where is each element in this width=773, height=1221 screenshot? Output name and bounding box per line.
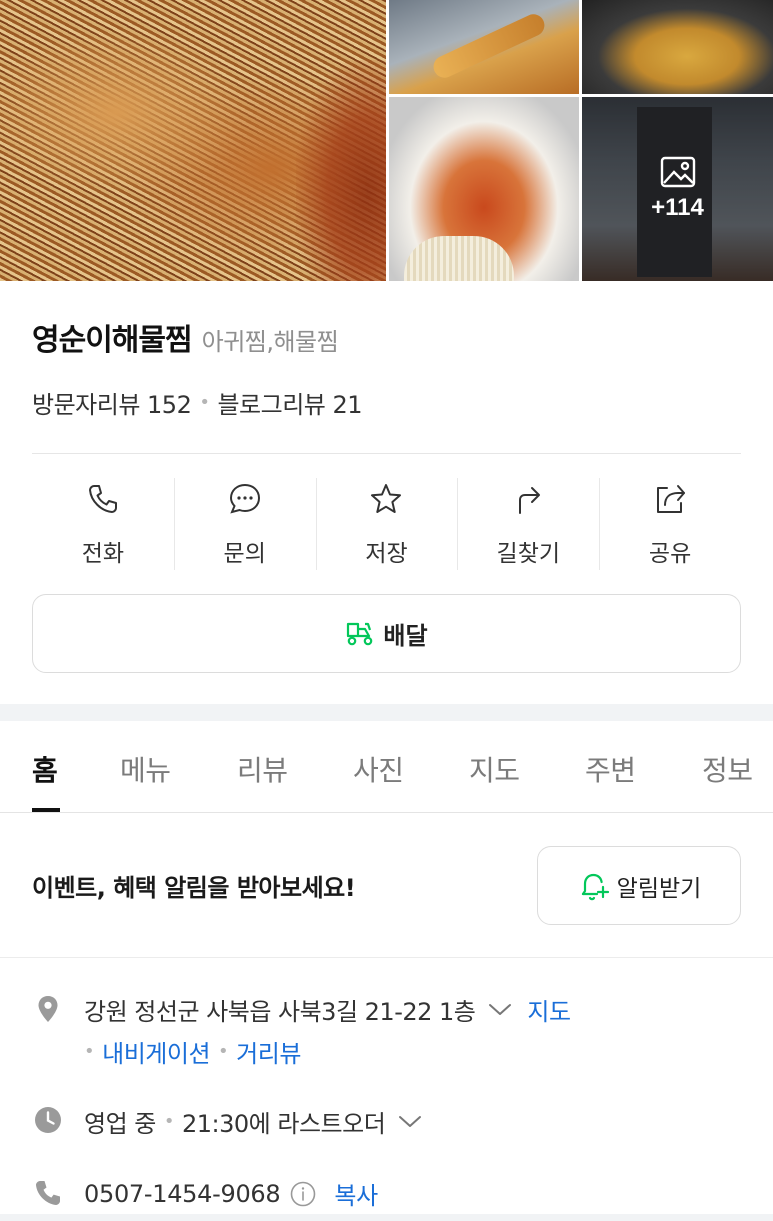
action-label: 문의 [223, 541, 266, 567]
last-order-text: 21:30에 라스트오더 [182, 1110, 386, 1138]
info-icon[interactable] [290, 1181, 316, 1207]
phone-number[interactable]: 0507-1454-9068 [84, 1180, 281, 1208]
alert-prompt: 이벤트, 혜택 알림을 받아보세요! [32, 874, 356, 902]
tab-menu[interactable]: 메뉴 [120, 749, 171, 789]
section-separator [0, 704, 773, 721]
place-category: 아귀찜,해물찜 [201, 328, 339, 356]
call-button[interactable]: 전화 [32, 478, 174, 570]
map-link[interactable]: 지도 [527, 992, 571, 1027]
tab-map[interactable]: 지도 [469, 749, 520, 789]
hours-row[interactable]: 영업 중 • 21:30에 라스트오더 [84, 1104, 437, 1139]
chat-icon [229, 483, 260, 514]
more-photos-count: +114 [651, 194, 704, 221]
address-row: 강원 정선군 사북읍 사북3길 21-22 1층 지도 [84, 992, 571, 1027]
review-counts: 방문자리뷰 152 • 블로그리뷰 21 [32, 385, 363, 420]
tab-photos[interactable]: 사진 [353, 749, 404, 789]
chevron-down-icon[interactable] [397, 1114, 423, 1130]
separator-dot: • [218, 1041, 229, 1062]
food-photo-main[interactable] [0, 0, 386, 281]
food-photo-fried[interactable] [389, 0, 579, 94]
phone-filled-icon [36, 1181, 60, 1205]
phone-row: 0507-1454-9068 복사 [84, 1176, 378, 1211]
clock-icon [35, 1107, 61, 1133]
delivery-scooter-icon [347, 622, 373, 645]
photo-gallery: +114 [0, 0, 773, 281]
separator-dot: • [163, 1111, 175, 1132]
delivery-button[interactable]: 배달 [32, 594, 741, 673]
address-text: 강원 정선군 사북읍 사북3길 21-22 1층 [84, 998, 476, 1026]
tab-home[interactable]: 홈 [32, 749, 58, 789]
action-label: 전화 [81, 541, 125, 567]
image-icon [660, 156, 695, 188]
delivery-label: 배달 [383, 622, 428, 650]
directions-button[interactable]: 길찾기 [457, 478, 599, 570]
address-links-row: • 내비게이션 • 거리뷰 [84, 1034, 301, 1069]
divider [0, 957, 773, 958]
more-photos-button[interactable]: +114 [582, 97, 773, 281]
divider [32, 453, 741, 454]
tab-nearby[interactable]: 주변 [585, 749, 636, 789]
tab-bar: 홈 메뉴 리뷰 사진 지도 주변 정보 [0, 721, 773, 813]
action-bar: 전화 문의 저장 길찾기 공유 [32, 478, 741, 570]
place-title-row: 영순이해물찜 아귀찜,해물찜 [32, 315, 339, 359]
subscribe-alerts-button[interactable]: 알림받기 [537, 846, 741, 925]
action-label: 저장 [365, 541, 408, 567]
location-pin-icon [38, 996, 58, 1022]
star-icon [371, 484, 402, 513]
action-label: 공유 [648, 541, 692, 567]
food-photo-pan[interactable] [582, 0, 773, 94]
copy-phone-button[interactable]: 복사 [334, 1176, 378, 1211]
save-button[interactable]: 저장 [315, 478, 458, 570]
share-button[interactable]: 공유 [599, 478, 741, 570]
phone-icon [88, 485, 117, 513]
tab-info[interactable]: 정보 [702, 749, 753, 789]
place-name: 영순이해물찜 [32, 323, 193, 358]
bottom-edge [0, 1214, 773, 1221]
visitor-reviews-link[interactable]: 방문자리뷰 152 [32, 385, 192, 420]
blog-reviews-link[interactable]: 블로그리뷰 21 [217, 385, 362, 420]
active-tab-indicator [32, 808, 60, 812]
directions-icon [519, 487, 541, 514]
separator-dot: • [199, 392, 210, 413]
navigation-link[interactable]: 내비게이션 [102, 1034, 210, 1069]
bell-plus-icon [581, 873, 609, 900]
food-photo-plate[interactable] [389, 97, 579, 281]
action-label: 길찾기 [496, 541, 561, 567]
subscribe-alerts-label: 알림받기 [616, 875, 702, 902]
business-status: 영업 중 [84, 1110, 156, 1138]
tab-reviews[interactable]: 리뷰 [237, 749, 288, 789]
street-view-link[interactable]: 거리뷰 [236, 1034, 301, 1069]
chevron-down-icon[interactable] [487, 1002, 513, 1018]
separator-dot: • [84, 1041, 95, 1062]
inquiry-button[interactable]: 문의 [173, 478, 316, 570]
share-icon [657, 485, 686, 513]
